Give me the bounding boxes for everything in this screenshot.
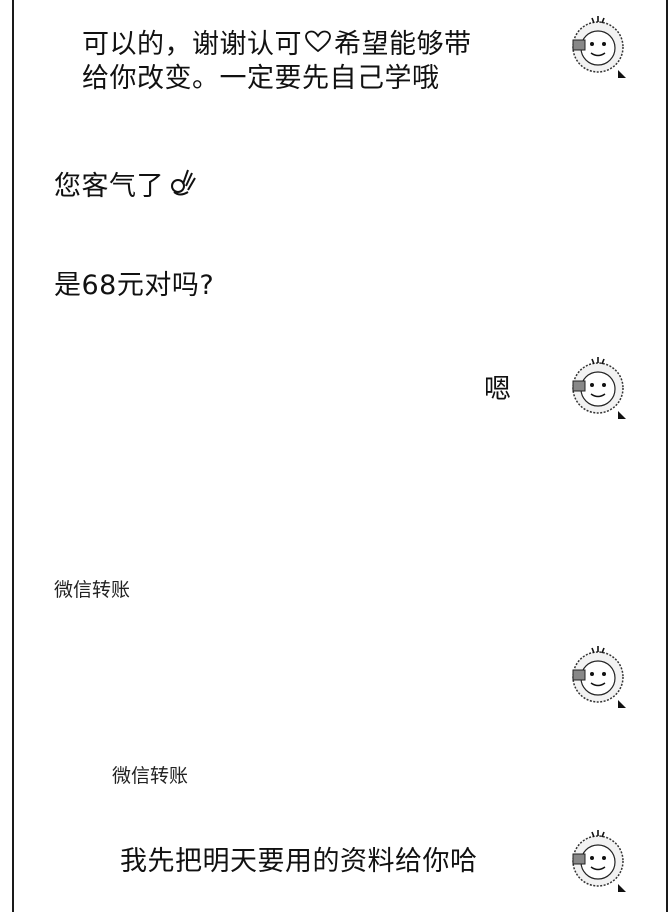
page-right-border — [666, 0, 668, 912]
message-text: 是68元对吗? — [54, 270, 215, 301]
avatar-image — [572, 646, 626, 708]
transfer-label[interactable]: 微信转账 — [54, 578, 130, 602]
avatar[interactable] — [566, 12, 630, 82]
avatar[interactable] — [566, 642, 630, 712]
heart-icon — [304, 27, 332, 65]
avatar[interactable] — [566, 826, 630, 896]
transfer-label[interactable]: 微信转账 — [112, 764, 188, 788]
avatar-image — [572, 357, 626, 419]
avatar[interactable] — [566, 353, 630, 423]
avatar-image — [572, 830, 626, 892]
message-text-segment: 您客气了 — [54, 171, 164, 202]
message-text-segment: 可以的，谢谢认可 — [82, 29, 302, 60]
message-text: 嗯 — [484, 374, 512, 405]
message-text: 给你改变。一定要先自己学哦 — [82, 63, 440, 94]
message-text: 我先把明天要用的资料给你哈 — [120, 846, 478, 877]
page-left-border — [12, 0, 14, 912]
message-text: 可以的，谢谢认可 希望能够带 — [82, 26, 472, 65]
message-text-segment: 希望能够带 — [334, 29, 472, 60]
message-text: 您客气了 — [54, 166, 200, 209]
avatar-image — [572, 16, 626, 78]
ok-hand-icon — [166, 166, 198, 209]
